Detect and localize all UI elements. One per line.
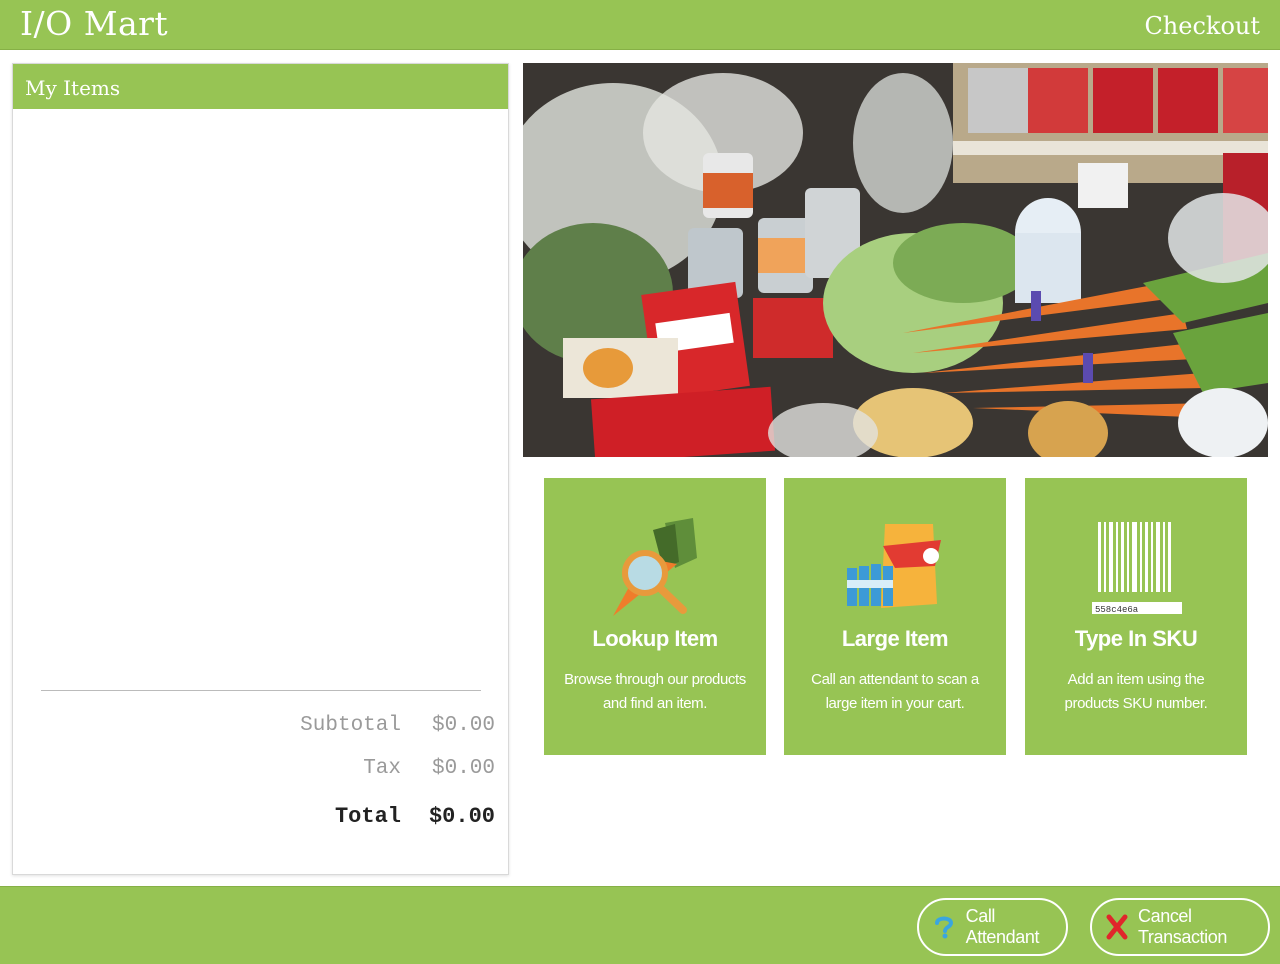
barcode-icon: 558c4e6a xyxy=(1086,518,1186,618)
top-bar: I/O Mart Checkout xyxy=(0,0,1280,50)
tax-label: Tax xyxy=(363,757,401,780)
cancel-transaction-button[interactable]: Cancel Transaction xyxy=(1090,898,1270,956)
items-list[interactable] xyxy=(13,109,508,689)
question-icon xyxy=(933,914,956,940)
cancel-transaction-label: Cancel Transaction xyxy=(1138,906,1227,947)
large-item-title: Large Item xyxy=(841,626,949,651)
close-icon xyxy=(1106,914,1128,940)
large-item-tile[interactable]: Large Item Call an attendant to scan a l… xyxy=(784,478,1006,755)
total-row: Total $0.00 xyxy=(195,804,495,847)
call-attendant-button[interactable]: Call Attendant xyxy=(917,898,1068,956)
call-attendant-label: Call Attendant xyxy=(965,906,1040,947)
groceries-photo xyxy=(523,63,1268,457)
groceries-photo-graphic xyxy=(523,63,1268,457)
subtotal-value: $0.00 xyxy=(431,714,495,737)
large-goods-icon xyxy=(845,518,945,618)
subtotal-row: Subtotal $0.00 xyxy=(195,714,495,757)
carrot-magnifier-icon xyxy=(605,518,705,618)
type-in-sku-description: Add an item using the products SKU numbe… xyxy=(1064,671,1208,712)
store-brand: I/O Mart xyxy=(20,4,169,43)
sku-sample-text: 558c4e6a xyxy=(1095,605,1139,615)
type-in-sku-tile[interactable]: 558c4e6a Type In SKU Add an item using t… xyxy=(1025,478,1247,755)
lookup-item-title: Lookup Item xyxy=(592,626,718,651)
type-in-sku-title: Type In SKU xyxy=(1074,626,1198,651)
total-value: $0.00 xyxy=(428,804,495,829)
tax-value: $0.00 xyxy=(431,757,495,780)
my-items-header: My Items xyxy=(13,64,508,109)
totals-divider xyxy=(41,690,481,691)
my-items-panel: My Items Subtotal $0.00 Tax $0.00 Total … xyxy=(12,63,509,875)
tax-row: Tax $0.00 xyxy=(195,757,495,800)
total-label: Total xyxy=(334,804,401,829)
self-checkout-app: I/O Mart Checkout My Items Subtotal $0.0… xyxy=(0,0,1280,964)
lookup-item-tile[interactable]: Lookup Item Browse through our products … xyxy=(544,478,766,755)
subtotal-label: Subtotal xyxy=(300,714,401,737)
totals-section: Subtotal $0.00 Tax $0.00 Total $0.00 xyxy=(195,714,495,847)
large-item-description: Call an attendant to scan a large item i… xyxy=(811,671,979,712)
page-title: Checkout xyxy=(1144,12,1260,40)
bottom-bar: Call Attendant Cancel Transaction xyxy=(0,886,1280,964)
lookup-item-description: Browse through our products and find an … xyxy=(564,671,746,712)
